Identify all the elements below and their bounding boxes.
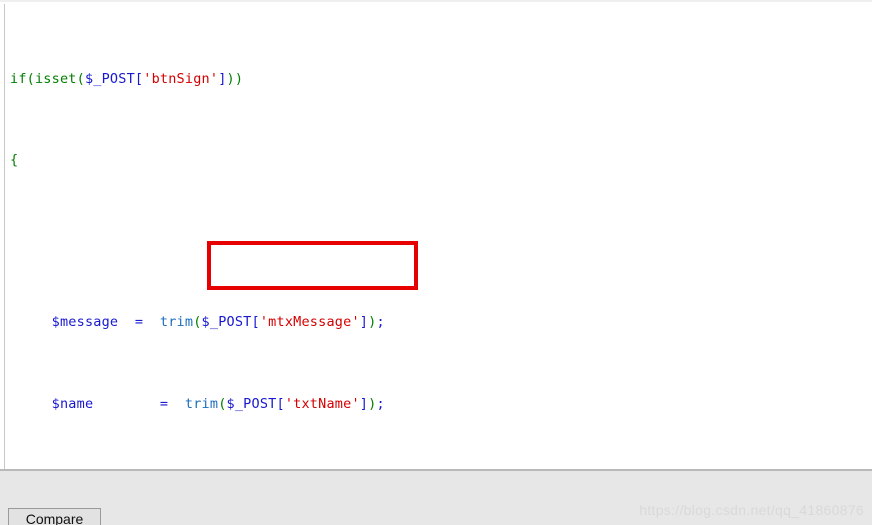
watermark-text: https://blog.csdn.net/qq_41860876 [639,502,864,518]
code-line: $name = trim($_POST['txtName']); [51,395,385,412]
code-line: { [10,152,19,169]
app-root: if(isset($_POST['btnSign'])) { $message … [0,0,872,525]
code-line: $message = trim($_POST['mtxMessage']); [51,314,385,331]
compare-button[interactable]: Compare [8,508,101,525]
code-line: if(isset($_POST['btnSign'])) [10,70,244,87]
code-content[interactable]: if(isset($_POST['btnSign'])) { $message … [10,8,872,469]
gutter-divider [4,4,5,469]
code-editor-panel[interactable]: if(isset($_POST['btnSign'])) { $message … [0,0,872,471]
